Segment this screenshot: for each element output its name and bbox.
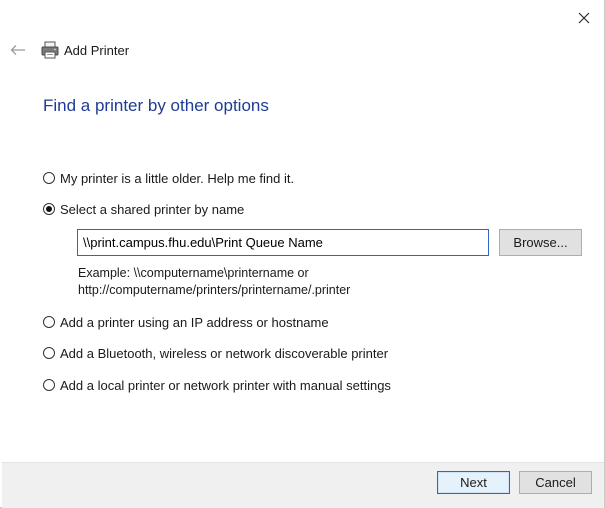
cancel-button[interactable]: Cancel — [519, 471, 592, 494]
close-icon — [578, 12, 590, 24]
example-line-2: http://computername/printers/printername… — [78, 283, 351, 297]
page-heading: Find a printer by other options — [43, 96, 269, 115]
radio-older-printer[interactable] — [43, 172, 55, 184]
option-ip-address[interactable]: Add a printer using an IP address or hos… — [43, 313, 329, 331]
add-printer-dialog: Add Printer Find a printer by other opti… — [0, 0, 605, 508]
radio-bluetooth-wireless[interactable] — [43, 347, 55, 359]
radio-local-printer[interactable] — [43, 379, 55, 391]
option-label: Add a Bluetooth, wireless or network dis… — [60, 345, 389, 361]
radio-ip-address[interactable] — [43, 316, 55, 328]
option-local-printer[interactable]: Add a local printer or network printer w… — [43, 376, 391, 394]
printer-icon — [40, 40, 60, 60]
browse-button[interactable]: Browse... — [499, 229, 582, 256]
option-label: My printer is a little older. Help me fi… — [60, 170, 295, 186]
dialog-footer — [2, 462, 604, 508]
option-label: Add a local printer or network printer w… — [60, 377, 391, 393]
radio-shared-printer[interactable] — [43, 203, 55, 215]
example-line-1: Example: \\computername\printername or — [78, 266, 309, 280]
next-button[interactable]: Next — [437, 471, 510, 494]
option-shared-printer[interactable]: Select a shared printer by name — [43, 200, 244, 218]
close-button[interactable] — [566, 4, 602, 32]
option-label: Select a shared printer by name — [60, 201, 245, 217]
option-label: Add a printer using an IP address or hos… — [60, 314, 329, 330]
back-arrow-icon — [10, 45, 25, 55]
example-text: Example: \\computername\printername or h… — [78, 265, 350, 299]
option-bluetooth-wireless[interactable]: Add a Bluetooth, wireless or network dis… — [43, 344, 388, 362]
option-older-printer[interactable]: My printer is a little older. Help me fi… — [43, 169, 294, 187]
back-button[interactable] — [8, 40, 28, 60]
shared-printer-input[interactable] — [77, 229, 489, 256]
window-title: Add Printer — [64, 43, 130, 58]
